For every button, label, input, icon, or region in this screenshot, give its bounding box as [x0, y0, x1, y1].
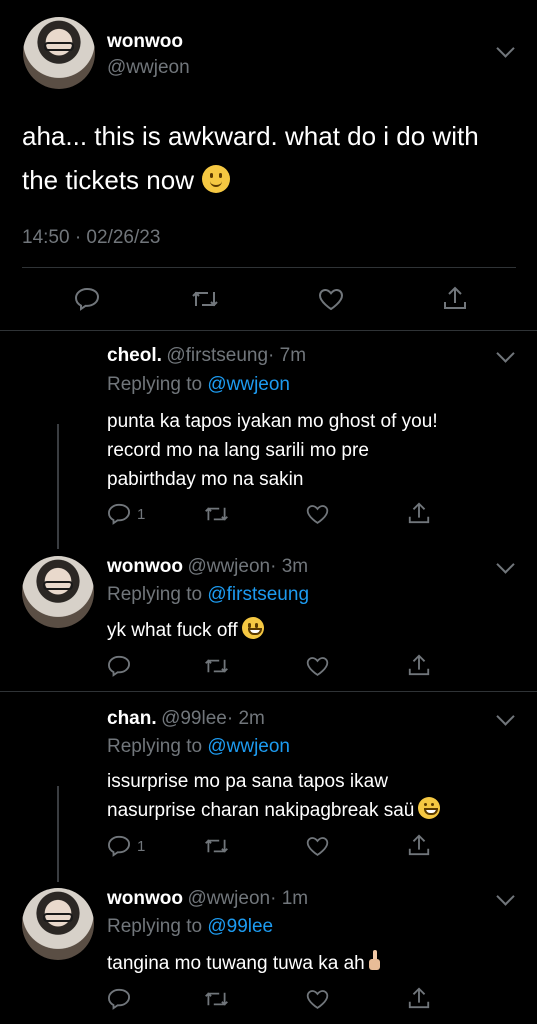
reply-icon[interactable] [107, 988, 131, 1010]
thread-line [57, 424, 59, 549]
reply-text: issurprise mo pa sana tapos ikaw nasurpr… [107, 767, 441, 825]
reply-icon[interactable] [107, 835, 131, 857]
author-handle[interactable]: @wwjeon [187, 556, 270, 577]
author-handle[interactable]: @wwjeon [107, 57, 190, 79]
mention-link[interactable]: @firstseung [207, 584, 309, 605]
replying-to: Replying to @wwjeon [107, 736, 290, 757]
more-options-chevron-icon[interactable] [496, 555, 515, 574]
reply-text: punta ka tapos iyakan mo ghost of you! r… [107, 411, 438, 490]
author-name[interactable]: wonwoo [107, 31, 183, 53]
share-icon[interactable] [442, 285, 468, 311]
more-options-chevron-icon[interactable] [496, 887, 515, 906]
author-handle[interactable]: @99lee [161, 708, 227, 729]
reply-text: yk what fuck off [107, 616, 264, 645]
like-icon[interactable] [305, 835, 330, 857]
avatar[interactable] [22, 888, 94, 960]
avatar[interactable] [23, 17, 95, 89]
more-options-chevron-icon[interactable] [496, 344, 515, 363]
retweet-icon[interactable] [190, 288, 220, 310]
slightly-smiling-face-icon [201, 165, 230, 193]
author-handle[interactable]: @wwjeon [187, 888, 270, 909]
author-name[interactable]: cheol. [107, 345, 162, 366]
reply-age[interactable]: · 2m [227, 708, 265, 729]
reply-header: cheol. @firstseung· 7m [107, 345, 306, 367]
author-name[interactable]: wonwoo [107, 888, 183, 909]
reply-count: 1 [137, 838, 146, 855]
retweet-icon[interactable] [203, 504, 230, 524]
avatar[interactable] [22, 556, 94, 628]
author-name[interactable]: wonwoo [107, 556, 183, 577]
share-icon[interactable] [407, 986, 431, 1010]
like-icon[interactable] [317, 287, 345, 311]
reply-text: tangina mo tuwang tuwa ka ah [107, 949, 380, 978]
more-options-chevron-icon[interactable] [496, 39, 515, 58]
reply-header: wonwoo @wwjeon· 1m [107, 888, 308, 910]
reply-icon[interactable] [107, 503, 131, 525]
retweet-icon[interactable] [203, 989, 230, 1009]
thread-line [57, 786, 59, 882]
reply-header: wonwoo @wwjeon· 3m [107, 556, 308, 578]
share-icon[interactable] [407, 501, 431, 525]
mention-link[interactable]: @99lee [207, 916, 273, 937]
replying-to: Replying to @firstseung [107, 584, 310, 605]
divider [0, 330, 537, 331]
reply-icon[interactable] [74, 287, 100, 311]
author-handle[interactable]: @firstseung [166, 345, 268, 366]
reply-age[interactable]: · 1m [270, 888, 308, 909]
laughing-squint-face-icon [418, 797, 441, 819]
mention-link[interactable]: @wwjeon [207, 736, 290, 757]
mention-link[interactable]: @wwjeon [207, 374, 290, 395]
reply-header: chan. @99lee· 2m [107, 708, 265, 730]
like-icon[interactable] [305, 503, 330, 525]
divider [0, 691, 537, 692]
tweet-timestamp[interactable]: 14:50 · 02/26/23 [22, 227, 160, 249]
share-icon[interactable] [407, 833, 431, 857]
like-icon[interactable] [305, 988, 330, 1010]
reply-icon[interactable] [107, 655, 131, 677]
reply-age[interactable]: · 7m [268, 345, 306, 366]
replying-to: Replying to @wwjeon [107, 374, 290, 395]
grinning-face-icon [241, 617, 264, 639]
tweet-text: aha... this is awkward. what do i do wit… [22, 121, 479, 195]
author-name[interactable]: chan. [107, 708, 157, 729]
middle-finger-icon [368, 950, 380, 972]
more-options-chevron-icon[interactable] [496, 707, 515, 726]
divider [22, 267, 516, 268]
reply-age[interactable]: · 3m [270, 556, 308, 577]
like-icon[interactable] [305, 655, 330, 677]
share-icon[interactable] [407, 653, 431, 677]
replying-to: Replying to @99lee [107, 916, 274, 937]
reply-count: 1 [137, 506, 146, 523]
retweet-icon[interactable] [203, 836, 230, 856]
retweet-icon[interactable] [203, 656, 230, 676]
